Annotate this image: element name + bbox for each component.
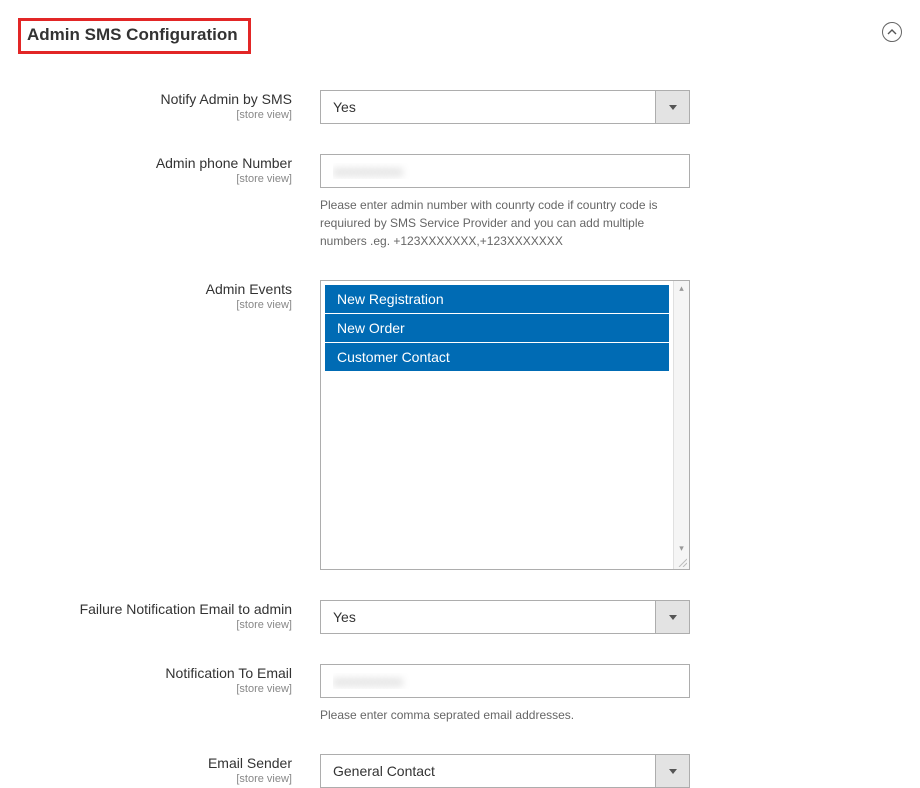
chevron-down-icon bbox=[669, 769, 677, 774]
field-notify-email: Notification To Email [store view] Pleas… bbox=[20, 664, 900, 724]
multiselect-scrollbar[interactable]: ▴ ▾ bbox=[673, 281, 689, 569]
field-admin-phone: Admin phone Number [store view] Please e… bbox=[20, 154, 900, 250]
select-dropdown-button[interactable] bbox=[655, 755, 689, 787]
label-col: Failure Notification Email to admin [sto… bbox=[20, 600, 320, 631]
select-value: Yes bbox=[321, 601, 655, 633]
field-scope: [store view] bbox=[20, 773, 292, 785]
notify-admin-select[interactable]: Yes bbox=[320, 90, 690, 124]
field-scope: [store view] bbox=[20, 299, 292, 311]
collapse-toggle[interactable] bbox=[882, 22, 902, 42]
field-scope: [store view] bbox=[20, 683, 292, 695]
field-scope: [store view] bbox=[20, 109, 292, 121]
field-failure-email: Failure Notification Email to admin [sto… bbox=[20, 600, 900, 634]
field-admin-events: Admin Events [store view] New Registrati… bbox=[20, 280, 900, 570]
select-value: General Contact bbox=[321, 755, 655, 787]
multiselect-option[interactable]: Customer Contact bbox=[325, 343, 669, 371]
multiselect-option[interactable]: New Order bbox=[325, 314, 669, 342]
failure-email-select[interactable]: Yes bbox=[320, 600, 690, 634]
field-scope: [store view] bbox=[20, 619, 292, 631]
chevron-down-icon bbox=[669, 105, 677, 110]
form-area: Notify Admin by SMS [store view] Yes Adm… bbox=[0, 54, 920, 788]
select-dropdown-button[interactable] bbox=[655, 601, 689, 633]
label-col: Email Sender [store view] bbox=[20, 754, 320, 785]
field-hint: Please enter comma seprated email addres… bbox=[320, 706, 690, 724]
field-label: Admin phone Number bbox=[20, 154, 292, 172]
chevron-up-icon bbox=[887, 29, 897, 35]
notify-email-input[interactable] bbox=[320, 664, 690, 698]
admin-events-multiselect[interactable]: New Registration New Order Customer Cont… bbox=[320, 280, 690, 570]
label-col: Notify Admin by SMS [store view] bbox=[20, 90, 320, 121]
resize-handle-icon bbox=[677, 557, 687, 567]
label-col: Admin phone Number [store view] bbox=[20, 154, 320, 185]
field-scope: [store view] bbox=[20, 173, 292, 185]
chevron-down-icon bbox=[669, 615, 677, 620]
field-label: Notify Admin by SMS bbox=[20, 90, 292, 108]
email-sender-select[interactable]: General Contact bbox=[320, 754, 690, 788]
multiselect-option[interactable]: New Registration bbox=[325, 285, 669, 313]
section-title: Admin SMS Configuration bbox=[18, 18, 251, 54]
select-value: Yes bbox=[321, 91, 655, 123]
field-label: Admin Events bbox=[20, 280, 292, 298]
field-label: Failure Notification Email to admin bbox=[20, 600, 292, 618]
field-email-sender: Email Sender [store view] General Contac… bbox=[20, 754, 900, 788]
field-label: Notification To Email bbox=[20, 664, 292, 682]
scroll-down-icon: ▾ bbox=[674, 541, 689, 555]
field-hint: Please enter admin number with counrty c… bbox=[320, 196, 690, 250]
scroll-up-icon: ▴ bbox=[674, 281, 689, 295]
multiselect-items: New Registration New Order Customer Cont… bbox=[321, 281, 673, 569]
field-notify-admin: Notify Admin by SMS [store view] Yes bbox=[20, 90, 900, 124]
select-dropdown-button[interactable] bbox=[655, 91, 689, 123]
field-label: Email Sender bbox=[20, 754, 292, 772]
label-col: Notification To Email [store view] bbox=[20, 664, 320, 695]
admin-phone-input[interactable] bbox=[320, 154, 690, 188]
label-col: Admin Events [store view] bbox=[20, 280, 320, 311]
